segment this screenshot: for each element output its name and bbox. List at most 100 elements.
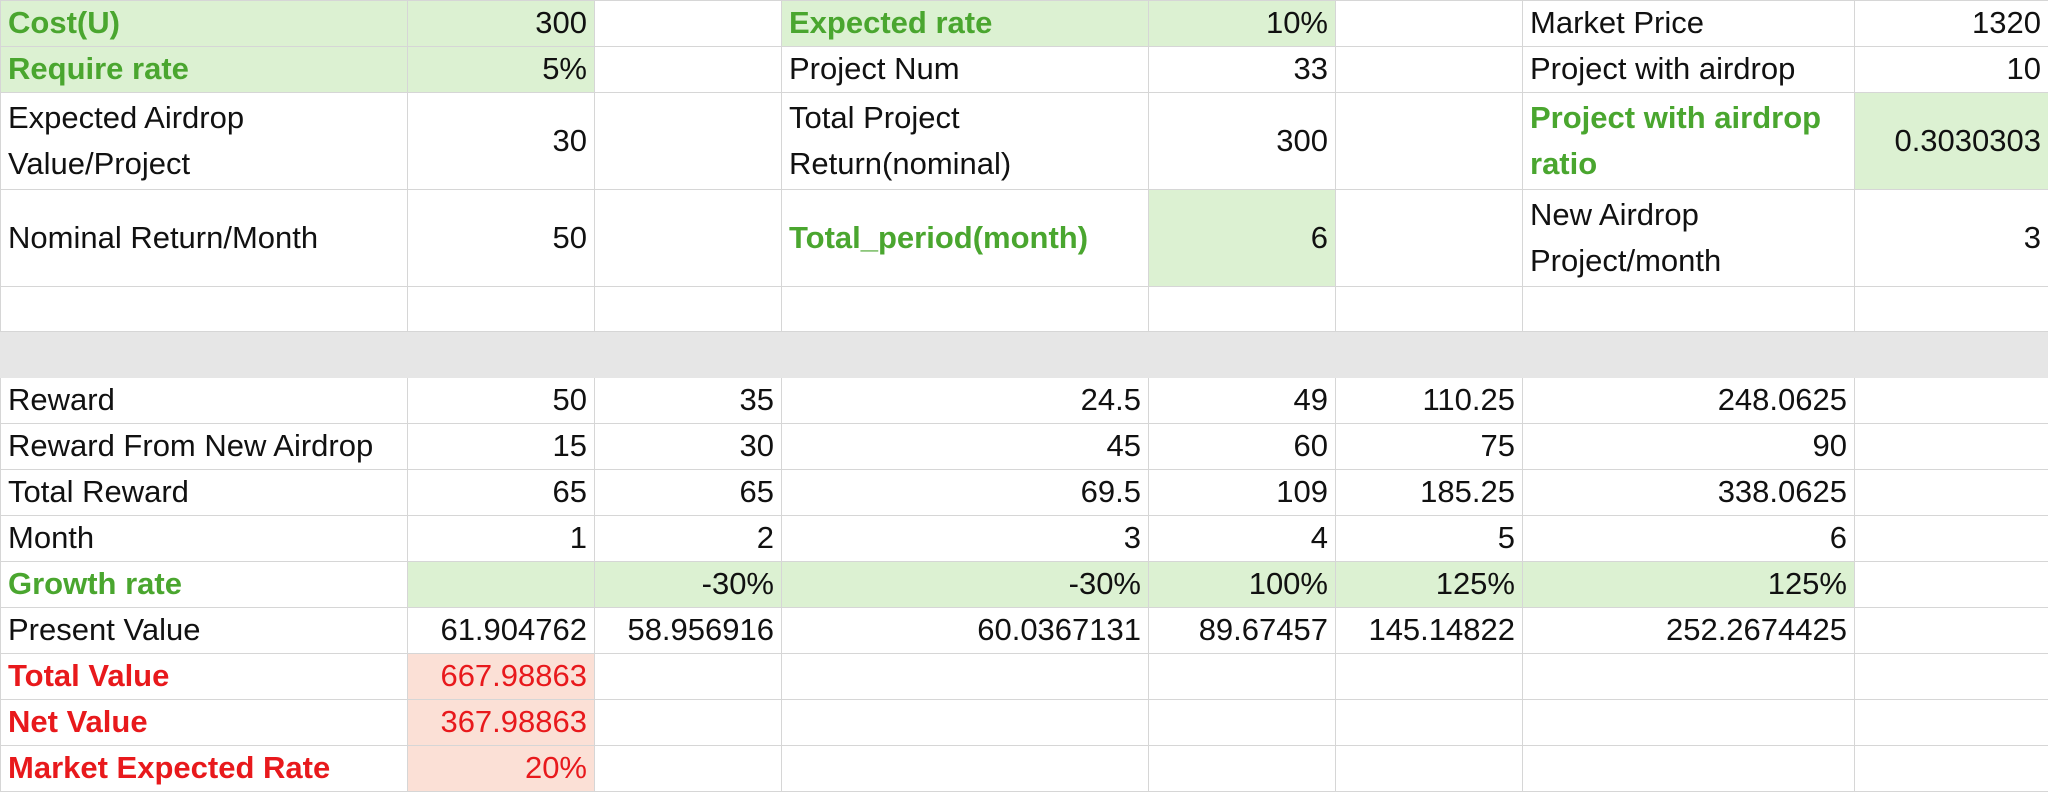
cell-total-reward-3[interactable]: 69.5 — [781, 469, 1149, 516]
cell-reward-4[interactable]: 49 — [1148, 377, 1336, 424]
cell-empty[interactable] — [1854, 561, 2048, 608]
cell-total-period-value[interactable]: 6 — [1148, 189, 1336, 287]
cell-total-reward-5[interactable]: 185.25 — [1335, 469, 1523, 516]
cell-expected-airdrop-value[interactable]: 30 — [407, 92, 595, 190]
cell-empty[interactable] — [594, 653, 782, 700]
cell-empty[interactable] — [594, 46, 782, 93]
cell-project-num-label[interactable]: Project Num — [781, 46, 1149, 93]
cell-empty[interactable] — [1854, 653, 2048, 700]
cell-empty[interactable] — [1522, 653, 1855, 700]
cell-month-3[interactable]: 3 — [781, 515, 1149, 562]
cell-month-1[interactable]: 1 — [407, 515, 595, 562]
cell-empty[interactable] — [594, 0, 782, 47]
cell-reward-5[interactable]: 110.25 — [1335, 377, 1523, 424]
cell-empty[interactable] — [1854, 699, 2048, 746]
cell-expected-airdrop-label[interactable]: Expected Airdrop Value/Project — [0, 92, 408, 190]
cell-market-price-value[interactable]: 1320 — [1854, 0, 2048, 47]
cell-market-price-label[interactable]: Market Price — [1522, 0, 1855, 47]
row-label[interactable]: Reward From New Airdrop — [0, 423, 408, 470]
cell-growth-6[interactable]: 125% — [1522, 561, 1855, 608]
cell-reward-new-3[interactable]: 45 — [781, 423, 1149, 470]
cell-empty[interactable] — [781, 653, 1149, 700]
cell-empty[interactable] — [594, 699, 782, 746]
cell-expected-rate-label[interactable]: Expected rate — [781, 0, 1149, 47]
cell-total-value-label[interactable]: Total Value — [0, 653, 408, 700]
cell-total-value[interactable]: 667.98863 — [407, 653, 595, 700]
cell-reward-new-6[interactable]: 90 — [1522, 423, 1855, 470]
cell-month-6[interactable]: 6 — [1522, 515, 1855, 562]
cell-empty[interactable] — [1854, 515, 2048, 562]
cell-total-reward-6[interactable]: 338.0625 — [1522, 469, 1855, 516]
row-label[interactable]: Total Reward — [0, 469, 408, 516]
cell-empty[interactable] — [1335, 653, 1523, 700]
cell-growth-1[interactable] — [407, 561, 595, 608]
cell-pv-3[interactable]: 60.0367131 — [781, 607, 1149, 654]
cell-empty[interactable] — [1522, 286, 1855, 332]
cell-empty[interactable] — [1854, 377, 2048, 424]
cell-total-reward-4[interactable]: 109 — [1148, 469, 1336, 516]
cell-require-rate-value[interactable]: 5% — [407, 46, 595, 93]
cell-empty[interactable] — [1335, 189, 1523, 287]
cell-reward-new-5[interactable]: 75 — [1335, 423, 1523, 470]
row-label[interactable]: Growth rate — [0, 561, 408, 608]
cell-empty[interactable] — [1335, 0, 1523, 47]
cell-growth-2[interactable]: -30% — [594, 561, 782, 608]
cell-empty[interactable] — [1148, 653, 1336, 700]
cell-empty[interactable] — [1148, 745, 1336, 792]
cell-reward-2[interactable]: 35 — [594, 377, 782, 424]
cell-growth-4[interactable]: 100% — [1148, 561, 1336, 608]
cell-month-5[interactable]: 5 — [1335, 515, 1523, 562]
cell-reward-new-4[interactable]: 60 — [1148, 423, 1336, 470]
cell-growth-5[interactable]: 125% — [1335, 561, 1523, 608]
cell-empty[interactable] — [1854, 286, 2048, 332]
cell-empty[interactable] — [1854, 607, 2048, 654]
cell-pv-1[interactable]: 61.904762 — [407, 607, 595, 654]
cell-nominal-return-label[interactable]: Nominal Return/Month — [0, 189, 408, 287]
row-label[interactable]: Reward — [0, 377, 408, 424]
cell-empty[interactable] — [781, 699, 1149, 746]
cell-empty[interactable] — [1335, 286, 1523, 332]
cell-empty[interactable] — [594, 92, 782, 190]
cell-total-period-label[interactable]: Total_period(month) — [781, 189, 1149, 287]
cell-empty[interactable] — [1854, 469, 2048, 516]
cell-project-airdrop-value[interactable]: 10 — [1854, 46, 2048, 93]
cell-airdrop-ratio-value[interactable]: 0.3030303 — [1854, 92, 2048, 190]
cell-cost-value[interactable]: 300 — [407, 0, 595, 47]
cell-month-4[interactable]: 4 — [1148, 515, 1336, 562]
cell-month-2[interactable]: 2 — [594, 515, 782, 562]
cell-empty[interactable] — [781, 745, 1149, 792]
cell-empty[interactable] — [1335, 745, 1523, 792]
cell-project-airdrop-label[interactable]: Project with airdrop — [1522, 46, 1855, 93]
cell-empty[interactable] — [781, 286, 1149, 332]
cell-pv-5[interactable]: 145.14822 — [1335, 607, 1523, 654]
cell-empty[interactable] — [1335, 46, 1523, 93]
cell-empty[interactable] — [1148, 286, 1336, 332]
cell-empty[interactable] — [1335, 699, 1523, 746]
cell-reward-new-2[interactable]: 30 — [594, 423, 782, 470]
cell-pv-6[interactable]: 252.2674425 — [1522, 607, 1855, 654]
cell-growth-3[interactable]: -30% — [781, 561, 1149, 608]
cell-total-project-return-value[interactable]: 300 — [1148, 92, 1336, 190]
cell-market-rate[interactable]: 20% — [407, 745, 595, 792]
cell-empty[interactable] — [594, 286, 782, 332]
cell-expected-rate-value[interactable]: 10% — [1148, 0, 1336, 47]
cell-project-num-value[interactable]: 33 — [1148, 46, 1336, 93]
cell-cost-label[interactable]: Cost(U) — [0, 0, 408, 47]
cell-empty[interactable] — [594, 745, 782, 792]
cell-market-rate-label[interactable]: Market Expected Rate — [0, 745, 408, 792]
cell-net-value[interactable]: 367.98863 — [407, 699, 595, 746]
cell-new-airdrop-value[interactable]: 3 — [1854, 189, 2048, 287]
cell-reward-3[interactable]: 24.5 — [781, 377, 1149, 424]
cell-empty[interactable] — [594, 189, 782, 287]
cell-reward-new-1[interactable]: 15 — [407, 423, 595, 470]
cell-empty[interactable] — [407, 286, 595, 332]
cell-empty[interactable] — [1335, 92, 1523, 190]
cell-net-value-label[interactable]: Net Value — [0, 699, 408, 746]
cell-empty[interactable] — [1854, 745, 2048, 792]
cell-airdrop-ratio-label[interactable]: Project with airdrop ratio — [1522, 92, 1855, 190]
cell-empty[interactable] — [1522, 699, 1855, 746]
row-label[interactable]: Present Value — [0, 607, 408, 654]
cell-pv-4[interactable]: 89.67457 — [1148, 607, 1336, 654]
cell-total-reward-2[interactable]: 65 — [594, 469, 782, 516]
cell-empty[interactable] — [1148, 699, 1336, 746]
